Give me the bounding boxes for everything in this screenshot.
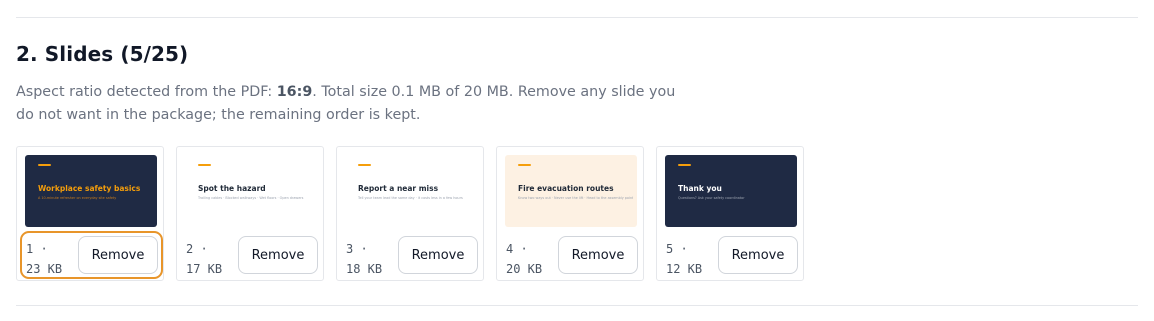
remove-slide-button[interactable]: Remove [78,236,158,274]
slide-meta: 2 · 17 KB [186,239,222,279]
accent-bar [678,164,691,166]
slide-subtitle: Know two ways out · Never use the lift ·… [518,196,633,200]
slide-thumbnail: Fire evacuation routes Know two ways out… [505,155,637,227]
aspect-ratio-value: 16:9 [276,84,313,100]
slide-title: Fire evacuation routes [518,184,614,193]
slide-title: Report a near miss [358,184,439,193]
accent-bar [358,164,371,166]
remove-slide-button[interactable]: Remove [718,236,798,274]
bottom-divider [16,305,1138,306]
slide-meta: 1 · 23 KB [26,239,62,279]
slide-title: Thank you [678,184,722,193]
slide-title: Spot the hazard [198,184,266,193]
slide-meta: 5 · 12 KB [666,239,702,279]
section-description: Aspect ratio detected from the PDF: 16:9… [16,81,676,127]
description-prefix: Aspect ratio detected from the PDF: [16,84,277,100]
slide-size: 20 KB [506,262,543,276]
slide-meta: 4 · 20 KB [506,239,542,279]
slide-subtitle: Questions? Ask your safety coordinator [678,196,745,200]
slide-subtitle: Tell your team lead the same day · it co… [358,196,463,200]
section-title: 2. Slides (5/25) [16,42,189,66]
slide-number: 1 · [26,242,48,256]
slides-list: Workplace safety basics A 10-minute refr… [16,146,804,281]
slide-number: 2 · [186,242,208,256]
slide-thumbnail: Thank you Questions? Ask your safety coo… [665,155,797,227]
slide-number: 3 · [346,242,368,256]
slide-thumbnail: Spot the hazard Trailing cables · Blocke… [185,155,317,227]
accent-bar [38,164,51,166]
slide-card-5: Thank you Questions? Ask your safety coo… [656,146,804,281]
top-divider [16,17,1138,18]
slide-size: 18 KB [346,262,383,276]
slide-title: Workplace safety basics [38,184,141,193]
slide-size: 12 KB [666,262,703,276]
accent-bar [198,164,211,166]
slide-meta: 3 · 18 KB [346,239,382,279]
slide-number: 5 · [666,242,688,256]
accent-bar [518,164,531,166]
slide-subtitle: Trailing cables · Blocked walkways · Wet… [198,196,304,200]
slide-size: 17 KB [186,262,223,276]
slide-thumbnail: Report a near miss Tell your team lead t… [345,155,477,227]
slide-card-4: Fire evacuation routes Know two ways out… [496,146,644,281]
slide-subtitle: A 10-minute refresher on everyday site s… [38,196,117,200]
remove-slide-button[interactable]: Remove [398,236,478,274]
slide-card-2: Spot the hazard Trailing cables · Blocke… [176,146,324,281]
slide-thumbnail: Workplace safety basics A 10-minute refr… [25,155,157,227]
remove-slide-button[interactable]: Remove [558,236,638,274]
slide-number: 4 · [506,242,528,256]
slide-card-3: Report a near miss Tell your team lead t… [336,146,484,281]
remove-slide-button[interactable]: Remove [238,236,318,274]
slide-size: 23 KB [26,262,63,276]
slide-card-1: Workplace safety basics A 10-minute refr… [16,146,164,281]
